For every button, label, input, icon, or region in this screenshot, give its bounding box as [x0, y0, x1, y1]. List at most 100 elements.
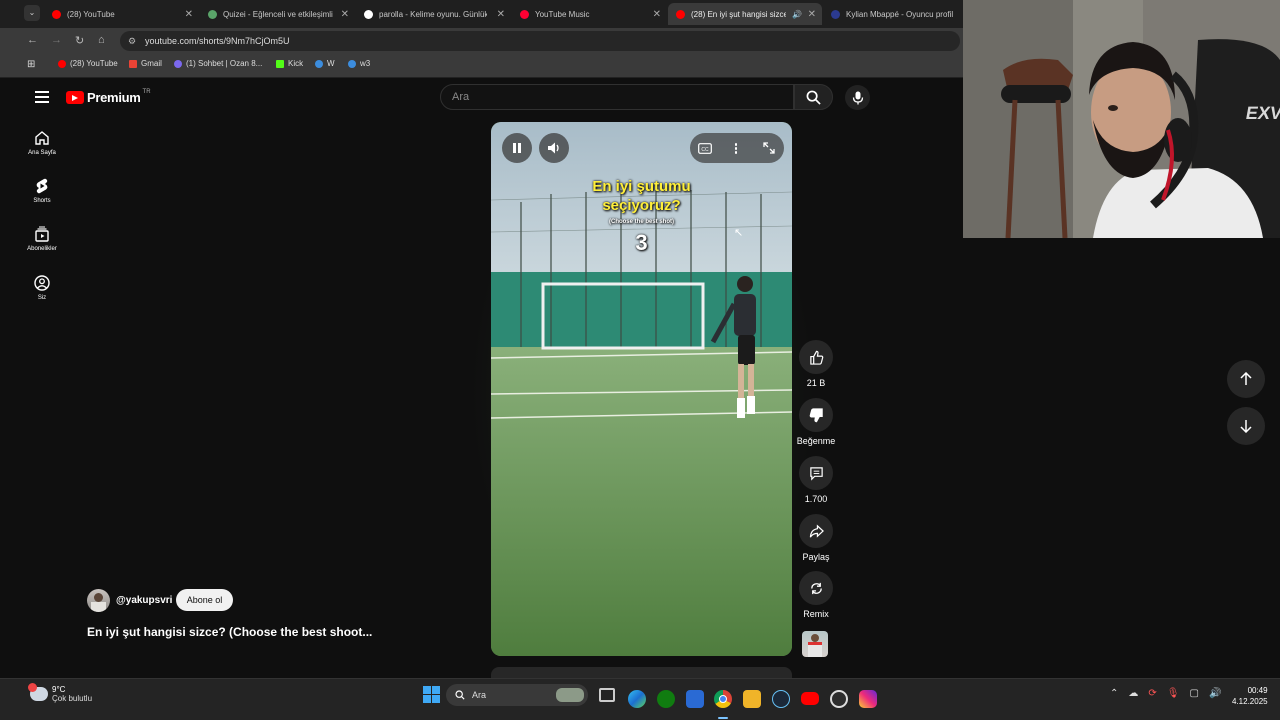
microphone-icon	[852, 91, 863, 104]
channel-avatar[interactable]	[87, 589, 110, 612]
search-button[interactable]	[794, 84, 833, 110]
edge-browser-icon[interactable]	[628, 690, 646, 708]
comments-button[interactable]: 1.700	[797, 456, 835, 504]
mouse-cursor-icon: ↖	[734, 227, 744, 239]
bookmark-label: W	[327, 59, 335, 68]
video-caption-subtitle: (Choose the best shot)	[608, 219, 674, 225]
tab-label: YouTube Music	[535, 9, 590, 19]
fullscreen-button[interactable]	[760, 139, 778, 157]
network-icon[interactable]: ▢	[1189, 688, 1198, 699]
menu-icon[interactable]	[35, 91, 49, 103]
home-icon	[35, 131, 49, 145]
obs-icon[interactable]	[830, 690, 848, 708]
browser-tab-youtube[interactable]: (28) YouTube ✕	[44, 3, 199, 25]
pause-button[interactable]	[502, 133, 532, 163]
subscriptions-icon	[35, 226, 49, 242]
close-tab-icon[interactable]: ✕	[497, 9, 505, 20]
youtube-play-logo-icon	[66, 91, 84, 104]
youtube-favicon-icon	[58, 59, 66, 68]
search-input[interactable]: Ara	[440, 84, 794, 110]
thumbs-up-icon	[809, 350, 823, 365]
tab-audio-icon[interactable]: 🔊	[792, 10, 802, 19]
chrome-browser-icon[interactable]	[714, 690, 732, 708]
bookmark-w[interactable]: W	[315, 59, 335, 68]
url-text: youtube.com/shorts/9Nm7hCjOm5U	[145, 36, 290, 46]
microphone-icon[interactable]: 🎙	[1167, 688, 1180, 699]
file-explorer-icon[interactable]	[743, 690, 761, 708]
onedrive-icon[interactable]: ☁	[1128, 688, 1138, 699]
youtube-app-icon[interactable]	[801, 692, 819, 705]
video-title[interactable]: En iyi şut hangisi sizce? (Choose the be…	[87, 625, 372, 639]
weather-widget[interactable]: 9°C Çok bulutlu	[28, 683, 92, 703]
browser-tab-mbappe[interactable]: Kylian Mbappé - Oyuncu profil	[823, 3, 963, 25]
expand-icon	[763, 142, 775, 154]
remix-button[interactable]: Remix	[797, 571, 835, 619]
steam-icon[interactable]	[772, 690, 790, 708]
close-tab-icon[interactable]: ✕	[653, 9, 661, 20]
sidebar-item-label: Abonelikler	[27, 246, 57, 252]
sync-icon[interactable]: ⟳	[1148, 688, 1156, 699]
youtube-logo[interactable]: Premium TR	[66, 88, 151, 105]
user-icon	[34, 275, 50, 291]
bookmark-label: (1) Sohbet | Ozan 8...	[186, 59, 263, 68]
xbox-icon[interactable]	[657, 690, 675, 708]
share-button[interactable]: Paylaş	[797, 514, 835, 562]
bookmark-gmail[interactable]: Gmail	[129, 59, 162, 68]
browser-tab-quizei[interactable]: Quizei - Eğlenceli ve etkileşimli ✕	[200, 3, 355, 25]
captions-button[interactable]: CC	[696, 139, 714, 157]
country-badge: TR	[142, 88, 151, 95]
site-info-icon[interactable]: ⚙	[128, 36, 136, 47]
back-icon[interactable]: ←	[27, 34, 38, 46]
taskbar-search[interactable]: Ara	[446, 684, 588, 706]
thumbs-down-icon	[809, 407, 823, 422]
close-tab-icon[interactable]: ✕	[185, 9, 193, 20]
tab-label: Kylian Mbappé - Oyuncu profil	[846, 9, 954, 19]
tab-label: Quizei - Eğlenceli ve etkileşimli	[223, 9, 333, 19]
sidebar-item-you[interactable]: Siz	[18, 275, 66, 301]
clock[interactable]: 00:49 4.12.2025	[1232, 685, 1268, 707]
volume-icon[interactable]: 🔊	[1209, 688, 1221, 699]
channel-handle[interactable]: @yakupsvri	[116, 595, 172, 606]
close-tab-icon[interactable]: ✕	[808, 9, 816, 20]
close-tab-icon[interactable]: ✕	[341, 9, 349, 20]
subscribe-button[interactable]: Abone ol	[176, 589, 233, 611]
bookmark-sohbet[interactable]: (1) Sohbet | Ozan 8...	[174, 59, 262, 68]
voice-search-button[interactable]	[845, 85, 870, 110]
start-button[interactable]	[423, 686, 440, 703]
sidebar-item-shorts[interactable]: Shorts	[18, 178, 66, 204]
forward-icon[interactable]: →	[51, 34, 62, 46]
bookmark-kick[interactable]: Kick	[276, 59, 303, 68]
bookmarks-bar: ⊞ (28) YouTube Gmail (1) Sohbet | Ozan 8…	[0, 54, 963, 78]
home-icon[interactable]: ⌂	[98, 34, 105, 46]
kick-favicon-icon	[276, 59, 284, 68]
reload-icon[interactable]: ↻	[75, 34, 84, 47]
previous-short-button[interactable]	[1227, 360, 1265, 398]
instagram-icon[interactable]	[859, 690, 877, 708]
browser-tab-parolla[interactable]: parolla - Kelime oyunu. Günlük ✕	[356, 3, 511, 25]
sidebar-item-home[interactable]: Ana Sayfa	[18, 130, 66, 156]
dislike-button[interactable]: Beğenme	[794, 398, 838, 446]
dislike-label: Beğenme	[796, 436, 836, 446]
video-counter: 3	[635, 230, 648, 255]
task-view-icon[interactable]	[599, 688, 615, 702]
apps-grid-icon[interactable]: ⊞	[27, 59, 35, 70]
browser-tab-youtube-music[interactable]: YouTube Music ✕	[512, 3, 667, 25]
sound-thumbnail[interactable]	[802, 631, 828, 657]
bookmark-youtube[interactable]: (28) YouTube	[58, 59, 118, 68]
like-button[interactable]: 21 B	[797, 340, 835, 388]
browser-tab-active-short[interactable]: (28) En iyi şut hangisi sizce 🔊 ✕	[668, 3, 822, 25]
tab-search-button[interactable]: ⌄	[24, 5, 40, 21]
share-label: Paylaş	[802, 552, 830, 562]
next-short-button[interactable]	[1227, 407, 1265, 445]
url-field[interactable]: ⚙ youtube.com/shorts/9Nm7hCjOm5U	[120, 31, 960, 51]
volume-icon	[548, 142, 559, 154]
sidebar-item-subscriptions[interactable]: Abonelikler	[18, 226, 66, 252]
clock-date: 4.12.2025	[1232, 697, 1268, 706]
app-store-icon[interactable]	[686, 690, 704, 708]
chevron-up-icon[interactable]: ⌃	[1110, 688, 1118, 699]
shorts-video-player[interactable]: CC En iyi şutumu seçiyoruz? (Choose the …	[491, 122, 792, 656]
more-options-button[interactable]	[728, 139, 744, 157]
bookmark-w3[interactable]: w3	[348, 59, 370, 68]
webcam-streamer-image	[963, 0, 1280, 238]
volume-button[interactable]	[539, 133, 569, 163]
